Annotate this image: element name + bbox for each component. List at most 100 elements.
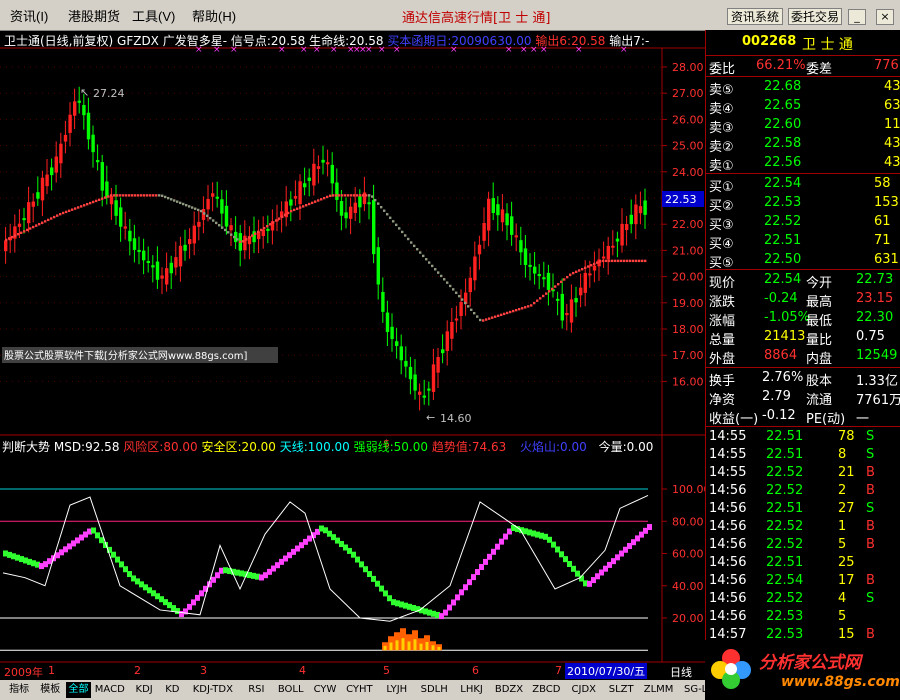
candle-body <box>123 226 127 229</box>
tab-全部[interactable]: 全部 <box>66 682 91 698</box>
bid-price: 22.53 <box>764 195 802 210</box>
life-line-dot <box>521 307 524 310</box>
life-line-dot <box>110 194 113 197</box>
tab-cjdx[interactable]: CJDX <box>566 682 602 698</box>
life-line-dot <box>272 221 275 224</box>
price-tick-label: 22.00 <box>672 218 704 231</box>
tab-bdzx[interactable]: BDZX <box>491 682 527 698</box>
candle-body <box>91 134 95 153</box>
tab-模板[interactable]: 模板 <box>35 682 65 698</box>
signal-marker-icon: × <box>378 45 386 55</box>
tab-指标[interactable]: 指标 <box>4 682 34 698</box>
life-line-dot <box>344 194 347 197</box>
candle-body <box>224 205 229 227</box>
tick-price: 22.52 <box>766 483 804 498</box>
tick-row: 14:56 22.52 5 B <box>706 536 900 555</box>
life-line-dot <box>20 231 23 234</box>
minimize-icon[interactable]: _ <box>848 9 866 25</box>
life-line-dot <box>311 201 314 205</box>
life-line-dot <box>314 200 317 203</box>
life-line-dot <box>89 201 92 205</box>
candle-body <box>459 302 463 316</box>
life-line-dot <box>278 217 281 220</box>
close-icon[interactable]: × <box>876 9 894 25</box>
tick-price: 22.52 <box>766 537 804 552</box>
sub-tick-label: 100.00 <box>672 483 705 496</box>
sub-chart-header-right: 火焰山:0.00 今量:0.00 <box>520 438 653 455</box>
life-line-dot <box>257 230 260 234</box>
candle-body <box>491 198 495 213</box>
trend-block <box>647 524 652 531</box>
tab-boll[interactable]: BOLL <box>273 682 309 698</box>
candle-body <box>519 240 523 253</box>
price-tick-label: 24.00 <box>672 166 704 179</box>
life-line-dot <box>290 209 293 213</box>
tab-zbcd[interactable]: ZBCD <box>528 682 564 698</box>
fin-label: 收益(一) <box>709 412 759 427</box>
life-line-dot <box>14 234 17 237</box>
tab-cyht[interactable]: CYHT <box>341 682 377 698</box>
tab-macd[interactable]: MACD <box>92 682 128 698</box>
tick-direction: B <box>866 537 875 552</box>
period-label[interactable]: 日线 <box>670 664 692 680</box>
life-line-dot <box>146 194 149 197</box>
candle-body <box>620 223 624 246</box>
candle-body <box>482 223 486 241</box>
life-line-dot <box>536 299 539 302</box>
tick-volume: 78 <box>838 429 855 444</box>
life-line-dot <box>347 194 350 197</box>
stock-code-row: 002268 卫 士 通 <box>706 33 900 53</box>
tick-price: 22.52 <box>766 591 804 606</box>
life-line-dot <box>611 259 614 263</box>
life-line-dot <box>608 259 611 263</box>
tab-kdj[interactable]: KDJ <box>129 682 159 698</box>
tab-lhkj[interactable]: LHKJ <box>453 682 489 698</box>
candle-body <box>353 202 357 213</box>
life-line-dot <box>182 202 185 206</box>
tab-cyw[interactable]: CYW <box>310 682 340 698</box>
bid-volume: 58 <box>874 176 891 191</box>
tick-time: 14:56 <box>709 555 747 570</box>
tab-lyjh[interactable]: LYJH <box>379 682 415 698</box>
ask-label: 卖① <box>709 159 734 174</box>
life-line-dot <box>179 201 182 205</box>
life-line-dot <box>461 298 464 301</box>
life-line-dot <box>47 218 50 222</box>
ask-label: 卖② <box>709 140 734 155</box>
signal-marker-icon: × <box>620 45 628 55</box>
life-line-dot <box>497 314 500 317</box>
info-system-button[interactable]: 资讯系统 <box>727 8 783 25</box>
candle-body <box>634 204 638 225</box>
trade-button[interactable]: 委托交易 <box>788 8 842 25</box>
candle-body <box>36 192 40 199</box>
price-tick-label: 26.00 <box>672 113 704 126</box>
stat-value: 22.30 <box>856 310 894 325</box>
logo-text: 分析家公式网 <box>759 653 861 673</box>
life-line-dot <box>209 216 212 220</box>
candle-body <box>31 201 35 207</box>
tab-sdlh[interactable]: SDLH <box>416 682 452 698</box>
signal-marker-icon: × <box>393 45 401 55</box>
tab-zlmm[interactable]: ZLMM <box>640 682 676 698</box>
tick-volume: 27 <box>838 501 855 516</box>
tab-slzt[interactable]: SLZT <box>603 682 639 698</box>
candle-body <box>505 213 509 226</box>
price-tick-label: 25.00 <box>672 140 704 153</box>
life-line-dot <box>167 196 170 200</box>
life-line-dot <box>428 261 431 264</box>
tab-rsi[interactable]: RSI <box>241 682 271 698</box>
candle-body <box>372 200 376 255</box>
life-line-dot <box>125 194 128 197</box>
candle-body <box>381 291 385 312</box>
life-line-dot <box>152 194 155 197</box>
candle-body <box>615 238 620 242</box>
bid-volume: 153 <box>874 195 899 210</box>
tick-time: 14:56 <box>709 519 747 534</box>
candle-body <box>63 134 68 142</box>
tab-kdj-tdx[interactable]: KDJ-TDX <box>186 682 241 698</box>
life-line-dot <box>29 227 32 230</box>
life-line-dot <box>524 306 527 309</box>
candle-body <box>142 250 146 261</box>
candle-body <box>293 196 298 199</box>
tab-kd[interactable]: KD <box>160 682 184 698</box>
